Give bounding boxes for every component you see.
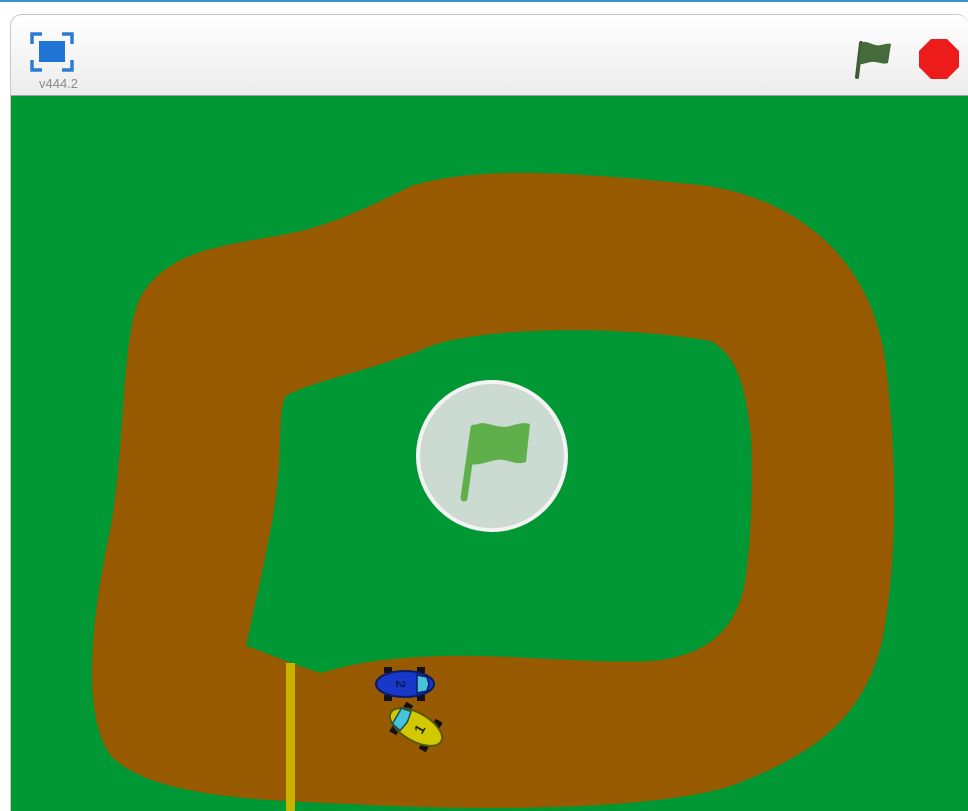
stop-button[interactable]: [917, 37, 961, 81]
top-rule: [0, 0, 968, 2]
green-flag-button[interactable]: [851, 39, 895, 79]
green-flag-icon: [460, 423, 530, 502]
car-number-label: 2: [393, 680, 409, 688]
finish-line: [286, 663, 295, 811]
stage[interactable]: 2 1: [11, 96, 968, 811]
player-header: v444.2: [11, 15, 968, 96]
green-flag-icon: [855, 41, 891, 79]
stop-sign-icon: [919, 39, 959, 79]
version-label: v444.2: [39, 76, 79, 91]
scratch-player: v444.2 2 1: [10, 14, 968, 811]
green-flag-overlay-button[interactable]: [416, 380, 568, 532]
fullscreen-button[interactable]: [30, 32, 74, 72]
fullscreen-icon: [30, 32, 74, 72]
